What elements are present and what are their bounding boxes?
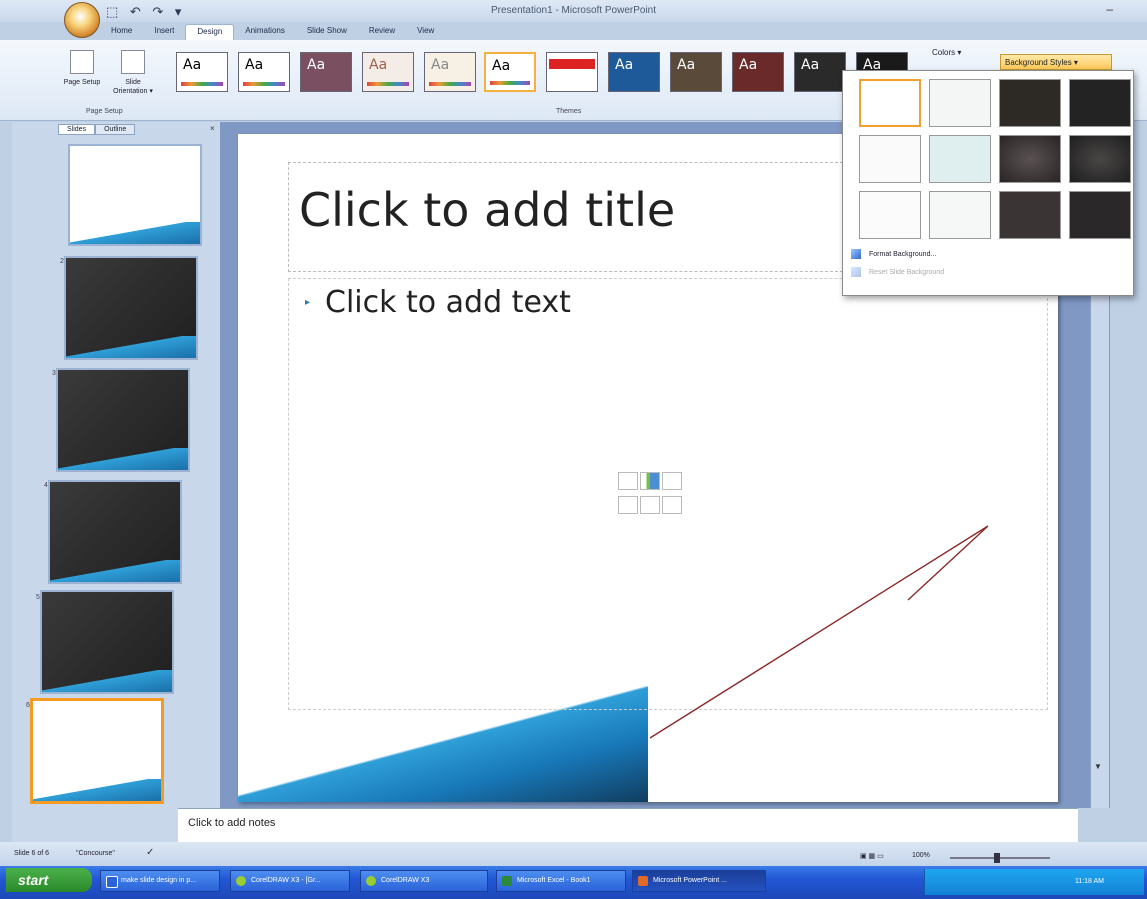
zoom-slider[interactable] [950, 853, 1050, 863]
browser-icon [106, 876, 118, 888]
scroll-down-icon[interactable]: ▼ [1094, 762, 1102, 771]
background-style-1[interactable] [859, 79, 921, 127]
themes-group-label: Themes [556, 108, 582, 115]
coreldraw-icon [366, 876, 376, 886]
office-button[interactable] [64, 2, 100, 38]
spellcheck-icon[interactable]: ✓ [146, 847, 154, 858]
tab-design[interactable]: Design [185, 24, 235, 40]
tab-animations[interactable]: Animations [234, 24, 296, 40]
theme-11[interactable]: Aa [794, 52, 846, 92]
tab-home[interactable]: Home [100, 24, 143, 40]
background-styles-menu: Format Background... Reset Slide Backgro… [842, 70, 1134, 296]
background-style-6[interactable] [929, 135, 991, 183]
background-style-10[interactable] [929, 191, 991, 239]
tab-insert[interactable]: Insert [143, 24, 185, 40]
minimize-button[interactable]: – [1106, 2, 1113, 16]
page-setup-group-label: Page Setup [86, 108, 123, 115]
background-style-5[interactable] [859, 135, 921, 183]
colors-button[interactable]: Colors ▾ [932, 48, 961, 57]
background-style-12[interactable] [1069, 191, 1131, 239]
theme-10[interactable]: Aa [732, 52, 784, 92]
slide-thumbnail-4[interactable] [48, 480, 182, 584]
tab-review[interactable]: Review [358, 24, 406, 40]
slide-thumbnail-2[interactable] [64, 256, 198, 360]
slide-thumbnail-6[interactable] [30, 698, 164, 804]
title-bar: ⬚ ↶ ↷ ▾ Presentation1 - Microsoft PowerP… [0, 0, 1147, 22]
background-styles-button[interactable]: Background Styles ▾ [1000, 54, 1112, 70]
slide-thumbnail-3[interactable] [56, 368, 190, 472]
slide-thumbnail-1[interactable] [68, 144, 202, 246]
start-button[interactable]: start [6, 868, 92, 892]
ribbon-tabs: Home Insert Design Animations Slide Show… [100, 24, 445, 40]
background-style-8[interactable] [1069, 135, 1131, 183]
coreldraw-icon [236, 876, 246, 886]
taskbar-item-powerpoint[interactable]: Microsoft PowerPoint ... [632, 870, 766, 892]
powerpoint-icon [638, 876, 648, 886]
background-style-11[interactable] [999, 191, 1061, 239]
reset-background-icon [851, 267, 861, 277]
excel-icon [502, 876, 512, 886]
tab-slide-show[interactable]: Slide Show [296, 24, 358, 40]
pane-tabs: Slides Outline [58, 124, 136, 135]
page-icon [70, 50, 94, 74]
page-setup-button[interactable]: Page Setup [62, 50, 102, 110]
view-buttons[interactable]: ▣ ▦ ▭ [860, 852, 884, 860]
zoom-level[interactable]: 100% [912, 852, 930, 859]
background-style-9[interactable] [859, 191, 921, 239]
taskbar-item-coreldraw[interactable]: CorelDRAW X3 [360, 870, 488, 892]
windows-taskbar: start make slide design in p... CorelDRA… [0, 866, 1147, 899]
theme-concourse[interactable]: Aa [484, 52, 536, 92]
format-background-menu-item[interactable]: Format Background... [851, 249, 936, 259]
slide-thumbnail-5[interactable] [40, 590, 174, 694]
tab-slides[interactable]: Slides [58, 124, 96, 135]
tab-outline[interactable]: Outline [95, 124, 136, 135]
theme-office[interactable]: Aa [176, 52, 228, 92]
theme-9[interactable]: Aa [670, 52, 722, 92]
theme-2[interactable]: Aa [238, 52, 290, 92]
close-icon[interactable]: × [210, 124, 215, 133]
background-style-7[interactable] [999, 135, 1061, 183]
slide-counter: Slide 6 of 6 [14, 850, 50, 857]
format-background-icon [851, 249, 861, 259]
notes-pane[interactable]: Click to add notes [178, 808, 1078, 842]
theme-4[interactable]: Aa [362, 52, 414, 92]
powerpoint-window: ⬚ ↶ ↷ ▾ Presentation1 - Microsoft PowerP… [0, 0, 1147, 866]
theme-8[interactable]: Aa [608, 52, 660, 92]
tab-view[interactable]: View [406, 24, 445, 40]
background-style-3[interactable] [999, 79, 1061, 127]
window-title: Presentation1 - Microsoft PowerPoint [490, 5, 657, 16]
slides-pane: Slides Outline × 2 3 4 5 6 [12, 122, 221, 842]
background-style-4[interactable] [1069, 79, 1131, 127]
theme-3[interactable]: Aa [300, 52, 352, 92]
slide-orientation-button[interactable]: Slide Orientation ▾ [108, 50, 158, 110]
reset-background-menu-item[interactable]: Reset Slide Background [851, 267, 944, 277]
status-bar: Slide 6 of 6 "Concourse" ✓ ▣ ▦ ▭ 100% [0, 842, 1147, 866]
taskbar-item-browser[interactable]: make slide design in p... [100, 870, 220, 892]
orientation-icon [121, 50, 145, 74]
clock[interactable]: 11:18 AM [1075, 878, 1104, 885]
taskbar-item-coreldraw-graphic[interactable]: CorelDRAW X3 - [Gr... [230, 870, 350, 892]
theme-7[interactable] [546, 52, 598, 92]
taskbar-item-excel[interactable]: Microsoft Excel - Book1 [496, 870, 626, 892]
system-tray: 11:18 AM [924, 869, 1144, 895]
background-style-2[interactable] [929, 79, 991, 127]
theme-name: "Concourse" [76, 850, 115, 857]
theme-5[interactable]: Aa [424, 52, 476, 92]
